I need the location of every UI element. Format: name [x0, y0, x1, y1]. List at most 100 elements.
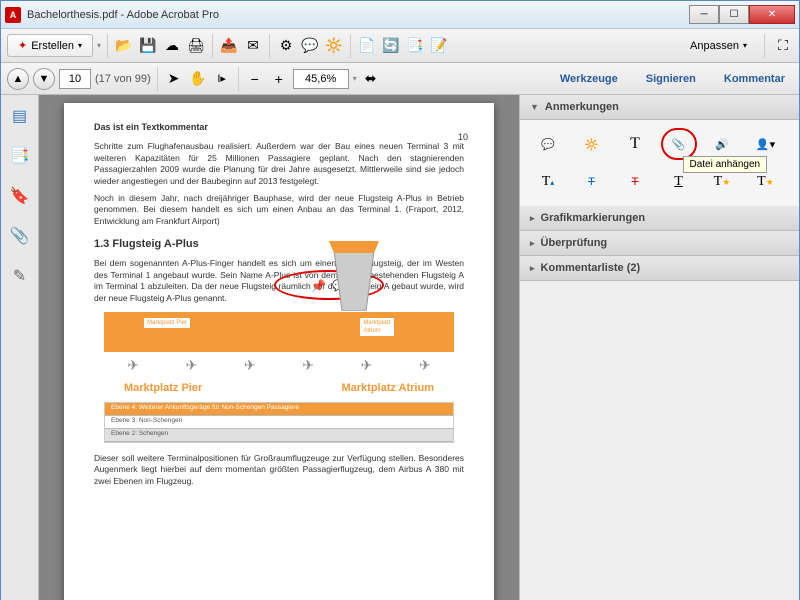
rotate-icon[interactable]: 🔄: [381, 36, 401, 56]
erstellen-button[interactable]: ✦Erstellen▾: [7, 34, 93, 57]
erstellen-dropdown[interactable]: ▾: [97, 41, 101, 50]
fullscreen-icon[interactable]: ⛶: [773, 36, 793, 56]
zoom-out-icon[interactable]: −: [245, 69, 265, 89]
plane-icon: ✈: [419, 356, 431, 375]
zoom-dropdown[interactable]: ▾: [353, 74, 357, 83]
cloud-icon[interactable]: ☁: [162, 36, 182, 56]
sticky-note-tool[interactable]: 💬: [534, 132, 562, 156]
label-marktplatz-pier-top: Marktplatz Pier: [144, 318, 190, 328]
tab-werkzeuge[interactable]: Werkzeuge: [552, 67, 626, 91]
insert-text-tool[interactable]: T▴: [534, 170, 562, 194]
separator: [238, 67, 239, 91]
layer-4: Ebene 4: Weiterer Ankunftsgeräge für Non…: [105, 403, 453, 416]
pointer-icon[interactable]: ➤: [164, 69, 184, 89]
select-icon[interactable]: I▸: [212, 69, 232, 89]
stamp-tool[interactable]: 👤▾: [752, 132, 780, 156]
bookmarks-icon[interactable]: 🔖: [9, 185, 31, 207]
text-box-tool[interactable]: T★: [752, 170, 780, 194]
edit-page-icon[interactable]: 📝: [429, 36, 449, 56]
liste-label: Kommentarliste (2): [541, 262, 641, 274]
comments-panel: ▼ Anmerkungen 💬 🔆 T 📎 Datei anhängen 🔊 👤▾…: [519, 95, 799, 600]
separator: [212, 34, 213, 58]
attachments-icon[interactable]: 📎: [9, 225, 31, 247]
page-up-button[interactable]: ▲: [7, 68, 29, 90]
print-icon[interactable]: 🖨: [186, 36, 206, 56]
label-left: Marktplatz Pier: [124, 381, 202, 396]
paragraph-4: Dieser soll weitere Terminalpositionen f…: [94, 453, 464, 487]
diagram-labels: Marktplatz Pier Marktplatz Atrium: [94, 379, 464, 398]
plane-icon: ✈: [244, 356, 256, 375]
add-note-tool[interactable]: T★: [708, 170, 736, 194]
plane-icon: ✈: [186, 356, 198, 375]
highlight-tool[interactable]: 🔆: [578, 132, 606, 156]
page-count-label: (17 von 99): [95, 73, 151, 85]
chevron-right-icon: ▸: [530, 238, 535, 249]
share-icon[interactable]: 📤: [219, 36, 239, 56]
tab-signieren[interactable]: Signieren: [638, 67, 704, 91]
comment-bubble-icon[interactable]: 💬: [300, 36, 320, 56]
maximize-button[interactable]: ☐: [719, 5, 749, 24]
fit-width-icon[interactable]: ⬌: [361, 69, 381, 89]
ueber-label: Überprüfung: [541, 237, 608, 249]
anpassen-button[interactable]: Anpassen ▾: [681, 35, 756, 57]
audio-tool[interactable]: 🔊: [708, 132, 736, 156]
layer-3: Ebene 3: Non-Schengen: [105, 416, 453, 429]
annotation-tools: 💬 🔆 T 📎 Datei anhängen 🔊 👤▾ T▴ T T T T★ …: [520, 120, 799, 206]
main-area: ▤ 📑 🔖 📎 ✎ Das ist ein Textkommentar 10 S…: [1, 95, 799, 600]
extract-icon[interactable]: 📑: [405, 36, 425, 56]
zoom-input[interactable]: [293, 69, 349, 89]
label-marktplatz-atrium-top: MarktplatzAtrium: [360, 318, 394, 336]
separator: [269, 34, 270, 58]
attach-file-tool[interactable]: 📎 Datei anhängen: [665, 132, 693, 156]
page-down-button[interactable]: ▼: [33, 68, 55, 90]
replace-text-tool[interactable]: T: [578, 170, 606, 194]
chevron-down-icon: ▼: [530, 102, 539, 112]
signatures-icon[interactable]: ✎: [9, 265, 31, 287]
thumbnails-icon[interactable]: ▤: [9, 105, 31, 127]
plane-row: ✈ ✈ ✈ ✈ ✈ ✈: [94, 352, 464, 379]
minimize-button[interactable]: ─: [689, 5, 719, 24]
panel-ueberpruefung-header[interactable]: ▸ Überprüfung: [520, 231, 799, 256]
email-icon[interactable]: ✉: [243, 36, 263, 56]
panel-grafik-header[interactable]: ▸Grafikmarkierungen: [520, 206, 799, 231]
text-tool[interactable]: T: [621, 132, 649, 156]
separator: [350, 34, 351, 58]
delete-page-icon[interactable]: 📄: [357, 36, 377, 56]
main-toolbar: ✦Erstellen▾ ▾ 📂 💾 ☁ 🖨 📤 ✉ ⚙ 💬 🔆 📄 🔄 📑 📝 …: [1, 29, 799, 63]
tooltip: Datei anhängen: [683, 156, 768, 173]
plane-icon: ✈: [127, 356, 139, 375]
chevron-right-icon: ▸: [530, 213, 535, 224]
save-icon[interactable]: 💾: [138, 36, 158, 56]
close-button[interactable]: ✕: [749, 5, 795, 24]
plane-icon: ✈: [361, 356, 373, 375]
window-title: Bachelorthesis.pdf - Adobe Acrobat Pro: [27, 9, 689, 21]
zoom-in-icon[interactable]: +: [269, 69, 289, 89]
pages-icon[interactable]: 📑: [9, 145, 31, 167]
panel-anmerkungen-header[interactable]: ▼ Anmerkungen: [520, 95, 799, 120]
terminal-diagram: Marktplatz Pier MarktplatzAtrium ✈ ✈ ✈ ✈ ✈✈ …: [94, 312, 464, 443]
layer-2: Ebene 2: Schengen: [105, 429, 453, 442]
tab-kommentar[interactable]: Kommentar: [716, 67, 793, 91]
nav-toolbar: ▲ ▼ (17 von 99) ➤ ✋ I▸ − + ▾ ⬌ Werkzeuge…: [1, 63, 799, 95]
section-heading: 1.3 Flugsteig A-Plus: [94, 237, 464, 252]
diagram-top-band: Marktplatz Pier MarktplatzAtrium: [104, 312, 454, 352]
panel-kommentarliste-header[interactable]: ▸Kommentarliste (2): [520, 256, 799, 281]
pdf-page: Das ist ein Textkommentar 10 Schritte zu…: [64, 103, 494, 600]
strikeout-tool[interactable]: T: [621, 170, 649, 194]
hand-icon[interactable]: ✋: [188, 69, 208, 89]
page-number-input[interactable]: [59, 69, 91, 89]
highlight-icon[interactable]: 🔆: [324, 36, 344, 56]
tower-graphic: [324, 241, 384, 311]
paragraph-2: Noch in diesem Jahr, nach dreijähriger B…: [94, 193, 464, 227]
document-area[interactable]: Das ist ein Textkommentar 10 Schritte zu…: [39, 95, 519, 600]
open-icon[interactable]: 📂: [114, 36, 134, 56]
underline-tool[interactable]: T: [665, 170, 693, 194]
paragraph-1: Schritte zum Flughafenausbau realisiert.…: [94, 141, 464, 187]
erstellen-label: Erstellen: [31, 40, 74, 52]
right-tabs: Werkzeuge Signieren Kommentar: [552, 67, 793, 91]
anmerkungen-label: Anmerkungen: [545, 101, 619, 113]
settings-icon[interactable]: ⚙: [276, 36, 296, 56]
window-controls: ─ ☐ ✕: [689, 5, 795, 24]
plane-icon: ✈: [302, 356, 314, 375]
separator: [107, 34, 108, 58]
